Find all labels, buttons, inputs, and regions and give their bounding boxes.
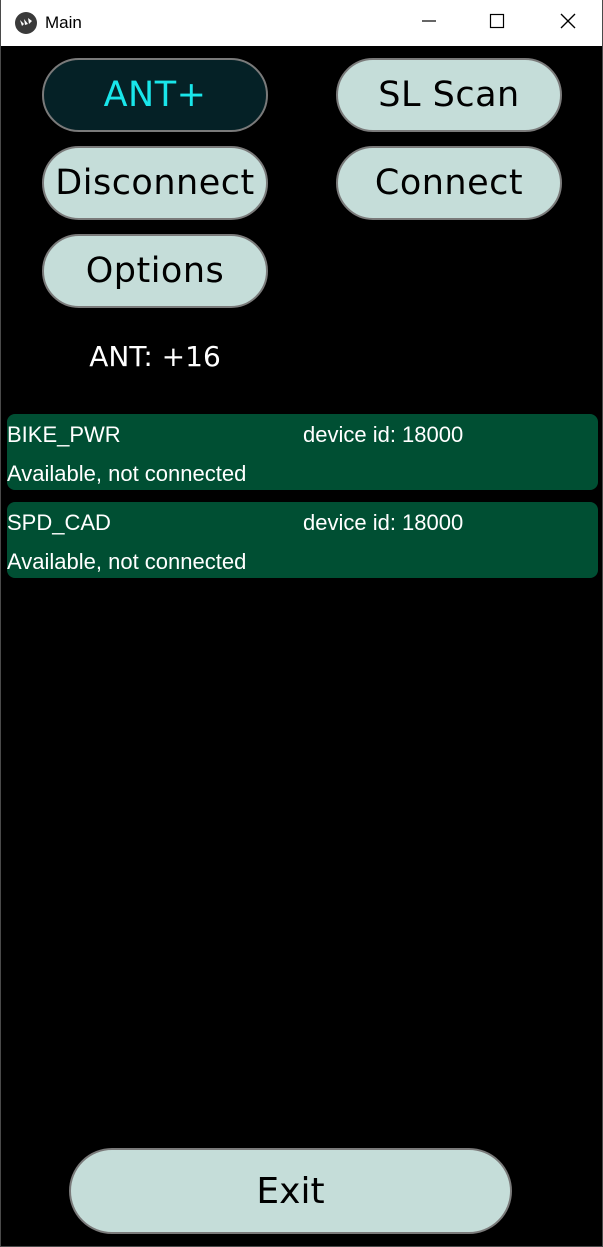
device-status: Available, not connected: [7, 461, 247, 486]
device-name: BIKE_PWR: [7, 422, 121, 447]
sl-scan-button[interactable]: SL Scan: [336, 58, 562, 132]
options-button[interactable]: Options: [42, 234, 268, 308]
close-button[interactable]: [533, 0, 603, 46]
device-list-item[interactable]: SPD_CAD device id: 18000 Available, not …: [7, 502, 598, 578]
device-list-item[interactable]: BIKE_PWR device id: 18000 Available, not…: [7, 414, 598, 490]
exit-button[interactable]: Exit: [69, 1148, 512, 1234]
device-name: SPD_CAD: [7, 510, 111, 535]
kivy-logo-icon: [15, 12, 37, 34]
close-icon: [559, 12, 577, 34]
connect-button[interactable]: Connect: [336, 146, 562, 220]
device-status: Available, not connected: [7, 549, 247, 574]
minimize-button[interactable]: [394, 0, 464, 46]
main-window: Main ANT+ SL Scan Disconnect Connect Opt…: [0, 0, 603, 1247]
ant-plus-button[interactable]: ANT+: [42, 58, 268, 132]
maximize-button[interactable]: [462, 0, 532, 46]
window-title: Main: [45, 13, 82, 32]
device-id: device id: 18000: [303, 422, 464, 447]
maximize-icon: [489, 13, 505, 33]
device-id: device id: 18000: [303, 510, 464, 535]
ant-status-label: ANT: +16: [89, 340, 221, 373]
disconnect-button[interactable]: Disconnect: [42, 146, 268, 220]
title-bar[interactable]: Main: [1, 0, 602, 46]
minimize-icon: [421, 13, 437, 33]
